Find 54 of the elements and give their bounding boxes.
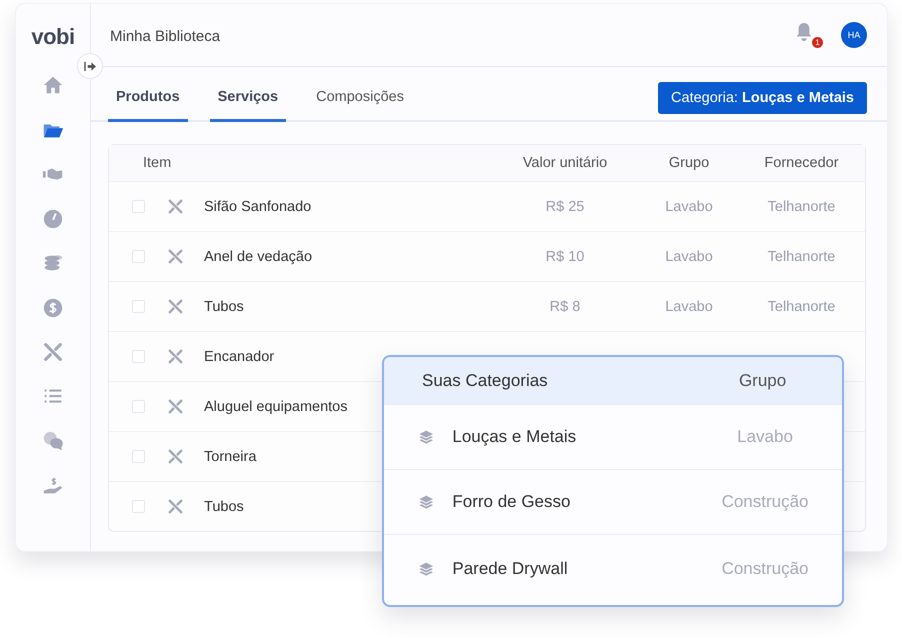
arrow-right-icon [84, 60, 96, 72]
group-cell: Lavabo [665, 198, 713, 214]
chat-question-icon[interactable] [42, 430, 64, 452]
supplier-cell: Telhanorte [768, 248, 836, 264]
row-checkbox[interactable] [132, 350, 144, 363]
gauge-icon[interactable] [42, 208, 64, 230]
row-checkbox[interactable] [132, 250, 144, 263]
item-name: Sifão Sanfonado [204, 198, 312, 214]
supplier-cell: Telhanorte [768, 298, 836, 314]
category-group: Construção [722, 559, 808, 578]
page-title: Minha Biblioteca [110, 28, 220, 45]
column-header: Suas Categorias [421, 370, 549, 390]
row-checkbox[interactable] [132, 200, 144, 213]
item-name: Torneira [204, 448, 256, 464]
notification-button[interactable]: 1 [795, 22, 823, 48]
tab[interactable]: Composições [308, 89, 412, 122]
home-icon[interactable] [42, 74, 64, 96]
group-cell: Lavabo [665, 298, 713, 314]
column-header: Grupo [668, 155, 710, 171]
category-group: Lavabo [737, 427, 793, 446]
dollar-icon[interactable] [42, 296, 64, 318]
supplier-cell: Telhanorte [768, 198, 836, 214]
column-header: Item [143, 155, 172, 171]
layers-icon [418, 494, 434, 510]
layers-icon [418, 428, 434, 446]
row-checkbox[interactable] [132, 450, 144, 463]
logo: vobi [31, 24, 75, 50]
unit-price: R$ 8 [550, 298, 580, 314]
item-name: Encanador [204, 348, 274, 364]
bell-icon [795, 22, 813, 42]
unit-price: R$ 10 [546, 248, 584, 264]
collapse-sidebar-button[interactable] [77, 53, 103, 79]
unit-price: R$ 25 [546, 198, 584, 214]
row-checkbox[interactable] [132, 400, 144, 413]
row-checkbox[interactable] [132, 500, 144, 513]
column-header: Grupo [738, 370, 788, 390]
notification-badge: 1 [812, 37, 823, 48]
category-name[interactable]: Louças e Metais [452, 427, 576, 446]
layers-icon [418, 560, 434, 578]
item-name: Aluguel equipamentos [204, 398, 348, 414]
category-button[interactable]: Categoria: Louças e Metais [658, 82, 867, 114]
tab[interactable]: Serviços [210, 89, 286, 122]
row-checkbox[interactable] [132, 300, 144, 313]
column-header: Fornecedor [763, 155, 840, 171]
user-avatar[interactable]: HA [841, 22, 867, 48]
group-cell: Lavabo [665, 248, 713, 264]
category-name[interactable]: Parede Drywall [452, 559, 568, 578]
category-group: Construção [722, 492, 808, 511]
item-name: Tubos [204, 298, 244, 314]
tab[interactable]: Produtos [108, 89, 188, 122]
column-header: Valor unitário [522, 155, 608, 171]
category-name[interactable]: Forro de Gesso [452, 492, 570, 511]
item-name: Tubos [204, 498, 244, 514]
item-name: Anel de vedação [204, 248, 312, 264]
